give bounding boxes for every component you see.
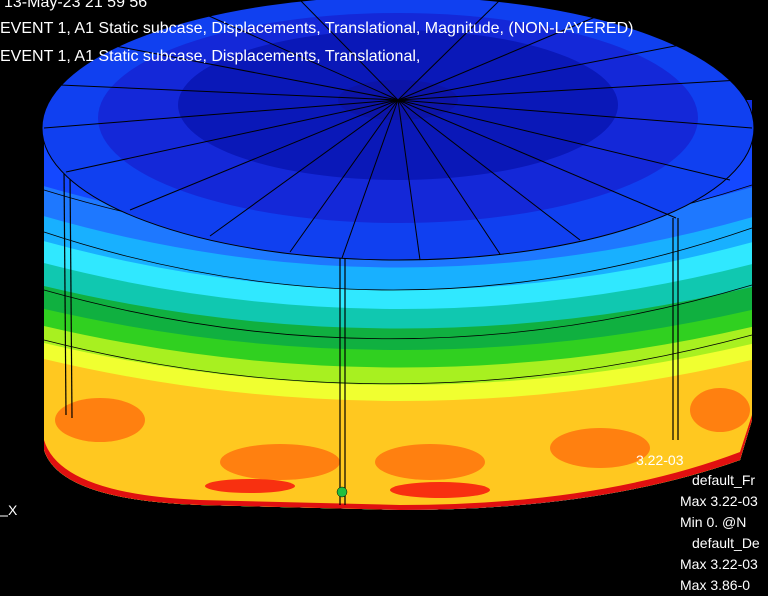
deform-max-value: Max 3.22-03	[680, 556, 758, 572]
fringe-legend-title: default_Fr	[692, 472, 756, 488]
results-legend: default_Fr Max 3.22-03 Min 0. @N default…	[680, 470, 760, 596]
result-title-line1: EVENT 1, A1 Static subcase, Displacement…	[0, 20, 634, 37]
max-value-marker-label: 3.22-03	[636, 452, 684, 468]
roof	[42, 0, 754, 260]
fringe-min-value: Min 0. @N	[680, 514, 747, 530]
result-title-line2: EVENT 1, A1 Static subcase, Displacement…	[0, 48, 421, 65]
fea-viewport[interactable]	[0, 0, 768, 584]
triad-axis-icon	[0, 515, 8, 517]
fringe-max-value: Max 3.22-03	[680, 493, 758, 509]
deform-legend-title: default_De	[692, 535, 760, 551]
timestamp-label: 13-May-23 21 59 56	[4, 0, 148, 11]
deform-max-value-2: Max 3.86-0	[680, 577, 751, 593]
min-node-marker	[336, 486, 348, 498]
